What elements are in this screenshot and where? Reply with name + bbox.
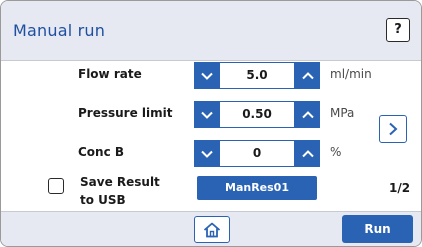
flow-rate-increment-button[interactable] xyxy=(295,62,320,89)
chevron-up-icon xyxy=(301,71,314,79)
conc-b-label: Conc B xyxy=(78,145,125,159)
save-result-label-line1: Save Result xyxy=(80,175,160,189)
dialog-footer: Run xyxy=(1,211,421,246)
manual-run-dialog: Manual run ? Flow rate 5.0 ml/min Pressu… xyxy=(0,0,422,247)
conc-b-increment-button[interactable] xyxy=(295,140,320,167)
next-page-button[interactable] xyxy=(379,115,407,143)
flow-rate-unit: ml/min xyxy=(330,67,372,81)
pressure-limit-value-field[interactable]: 0.50 xyxy=(219,101,295,128)
conc-b-value-field[interactable]: 0 xyxy=(219,140,295,167)
chevron-down-icon xyxy=(200,72,213,80)
home-icon xyxy=(203,222,221,237)
run-button[interactable]: Run xyxy=(342,215,413,243)
chevron-down-icon xyxy=(200,111,213,119)
chevron-down-icon xyxy=(200,150,213,158)
pressure-limit-unit: MPa xyxy=(330,106,355,120)
page-indicator: 1/2 xyxy=(389,181,411,195)
conc-b-unit: % xyxy=(330,145,342,159)
result-name-button[interactable]: ManRes01 xyxy=(197,176,317,200)
dialog-header: Manual run ? xyxy=(1,1,421,61)
chevron-right-icon xyxy=(389,122,398,136)
home-button[interactable] xyxy=(194,216,230,243)
save-result-label-line2: to USB xyxy=(80,193,126,207)
pressure-limit-decrement-button[interactable] xyxy=(194,101,219,128)
help-button[interactable]: ? xyxy=(386,18,410,42)
conc-b-decrement-button[interactable] xyxy=(194,140,219,167)
pressure-limit-increment-button[interactable] xyxy=(295,101,320,128)
pressure-limit-label: Pressure limit xyxy=(78,106,173,120)
flow-rate-decrement-button[interactable] xyxy=(194,62,219,89)
save-result-checkbox[interactable] xyxy=(48,178,64,194)
flow-rate-value-field[interactable]: 5.0 xyxy=(219,62,295,89)
page-title: Manual run xyxy=(13,21,106,40)
flow-rate-label: Flow rate xyxy=(78,67,142,81)
chevron-up-icon xyxy=(301,149,314,157)
save-result-label: Save Result to USB xyxy=(80,173,160,209)
chevron-up-icon xyxy=(301,110,314,118)
